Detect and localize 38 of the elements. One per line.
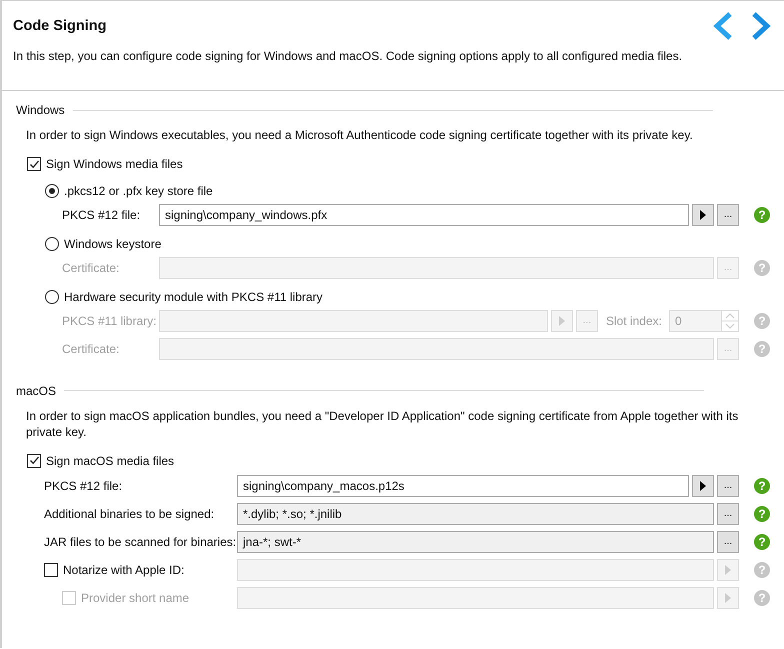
radio-option[interactable]: Windows keystore bbox=[45, 236, 770, 250]
radio-option[interactable]: Hardware security module with PKCS #11 library bbox=[45, 290, 770, 304]
triangle-icon bbox=[700, 481, 706, 491]
triangle-icon bbox=[725, 593, 731, 603]
sign-windows-checkbox[interactable]: Sign Windows media files bbox=[27, 157, 183, 171]
section-title: macOS bbox=[16, 384, 56, 398]
field-label: PKCS #12 file: bbox=[44, 479, 124, 493]
checkmark-icon bbox=[28, 455, 40, 466]
checkmark-icon bbox=[28, 158, 40, 170]
page-description: In this step, you can configure code signing for Windows and macOS. Code signing options apply to all configured media files. bbox=[13, 49, 682, 63]
run-button[interactable] bbox=[692, 475, 714, 497]
triangle-icon bbox=[700, 210, 706, 220]
sign-macos-checkbox[interactable]: Sign macOS media files bbox=[27, 454, 174, 468]
field-label: PKCS #11 library: bbox=[62, 314, 156, 328]
input-field[interactable]: signing\company_macos.p12s bbox=[237, 475, 689, 497]
input-field[interactable]: signing\company_windows.pfx bbox=[159, 204, 689, 226]
browse-button[interactable]: ... bbox=[717, 475, 739, 497]
section-description: In order to sign macOS application bundles, you need a "Developer ID Application" code signing certificate from Apple together with its private key. bbox=[26, 408, 740, 440]
section-description: In order to sign Windows executables, you need a Microsoft Authenticode code signing certificate together with its private key. bbox=[26, 127, 694, 143]
field-label: JAR files to be scanned for binaries: bbox=[44, 535, 234, 549]
run-button[interactable] bbox=[692, 204, 714, 226]
field-label: Slot index: bbox=[606, 314, 662, 328]
field-label: Certificate: bbox=[62, 260, 120, 274]
field-label: PKCS #12 file: bbox=[62, 208, 142, 222]
browse-button[interactable]: ... bbox=[717, 503, 739, 525]
browse-button[interactable]: ... bbox=[717, 204, 739, 226]
spinner-arrows-icon[interactable] bbox=[722, 310, 738, 330]
field-label: Certificate: bbox=[62, 342, 120, 356]
field-label: Additional binaries to be signed: bbox=[44, 507, 216, 521]
section-title: Windows bbox=[16, 103, 65, 117]
browse-button[interactable]: ... bbox=[717, 531, 739, 553]
triangle-icon bbox=[558, 316, 565, 326]
triangle-icon bbox=[725, 565, 731, 575]
input-field[interactable]: *.dylib; *.so; *.jnilib bbox=[237, 503, 714, 525]
input-field[interactable]: jna-*; swt-* bbox=[237, 531, 714, 553]
checkbox[interactable]: Notarize with Apple ID: bbox=[44, 563, 184, 577]
radio-option[interactable]: .pkcs12 or .pfx key store file bbox=[45, 184, 770, 198]
page-title: Code Signing bbox=[13, 18, 108, 34]
